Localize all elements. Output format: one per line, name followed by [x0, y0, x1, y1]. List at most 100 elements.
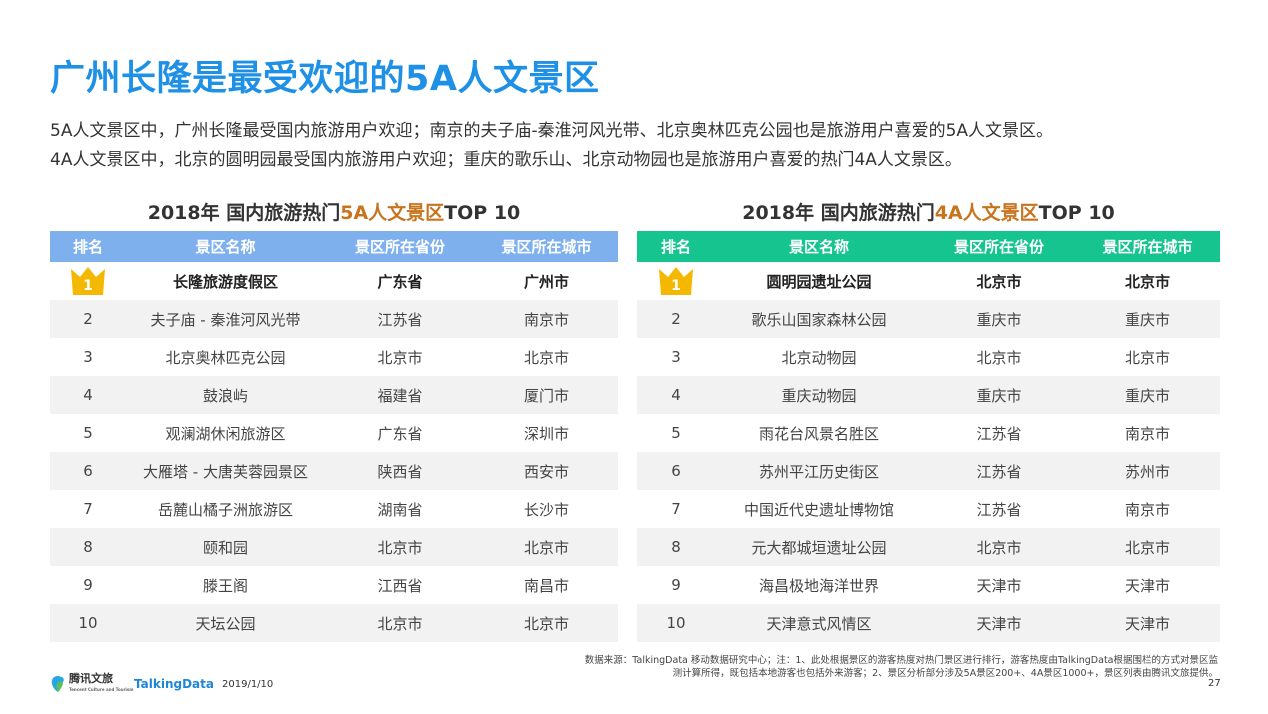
scenic-name-cell: 岳麓山橘子洲旅游区: [157, 500, 293, 519]
rank-cell: 10: [50, 604, 126, 642]
rank-cell: 10: [637, 604, 715, 642]
rank-cell: 7: [671, 500, 681, 518]
report-date: 2019/1/10: [222, 679, 274, 690]
city-cell: 天津市: [1124, 576, 1170, 595]
city-cell: 苏州市: [1075, 452, 1220, 490]
city-cell: 西安市: [475, 452, 618, 490]
table-5a: 排名 景区名称 景区所在省份 景区所在城市 1 长隆旅游度假区 广东省 广州市 2 夫子庙 - …: [50, 231, 618, 642]
scenic-name-cell: 雨花台风景名胜区: [758, 424, 879, 443]
scenic-name-cell: 元大都城垣遗址公园: [715, 528, 923, 566]
table-header-row: 排名 景区名称 景区所在省份 景区所在城市: [637, 231, 1220, 262]
source-line-1: 数据来源：TalkingData 移动数据研究中心；注：1、此处根据景区的游客热…: [584, 655, 1218, 666]
table-row: 9 滕王阁 江西省 南昌市: [50, 566, 618, 604]
city-cell: 深圳市: [523, 424, 569, 443]
table-row: 7 中国近代史遗址博物馆 江苏省 南京市: [637, 490, 1220, 528]
province-cell: 福建省: [325, 376, 475, 414]
scenic-name-cell: 夫子庙 - 秦淮河风光带: [126, 300, 325, 338]
table-4a-title: 2018年 国内旅游热门4A人文景区TOP 10: [637, 197, 1220, 229]
crown-icon: 1: [69, 265, 107, 297]
scenic-name-cell: 歌乐山国家森林公园: [715, 300, 923, 338]
column-header: 景区所在省份: [325, 231, 475, 262]
province-cell: 江苏省: [325, 300, 475, 338]
province-cell: 北京市: [377, 348, 423, 367]
scenic-name-cell: 海昌极地海洋世界: [758, 576, 879, 595]
table-row: 4 重庆动物园 重庆市 重庆市: [637, 376, 1220, 414]
city-cell: 北京市: [475, 604, 618, 642]
table-row: 2 歌乐山国家森林公园 重庆市 重庆市: [637, 300, 1220, 338]
scenic-name-cell: 圆明园遗址公园: [766, 272, 872, 291]
scenic-name-cell: 大雁塔 - 大唐芙蓉园景区: [126, 452, 325, 490]
table-row: 7 岳麓山橘子洲旅游区 湖南省 长沙市: [50, 490, 618, 528]
city-cell: 北京市: [1124, 272, 1170, 291]
city-cell: 重庆市: [1075, 376, 1220, 414]
rank-number: 1: [671, 278, 681, 294]
column-header: 排名: [50, 231, 126, 262]
city-cell: 重庆市: [1075, 300, 1220, 338]
table-title-prefix: 2018年 国内旅游热门: [742, 202, 935, 224]
column-header: 景区所在城市: [1075, 231, 1220, 262]
talkingdata-logo: TalkingData: [134, 677, 214, 691]
summary-line-5a: 5A人文景区中，广州长隆最受国内旅游用户欢迎；南京的夫子庙-秦淮河风光带、北京奥…: [50, 121, 1054, 141]
rank-cell: 6: [637, 452, 715, 490]
table-row: 2 夫子庙 - 秦淮河风光带 江苏省 南京市: [50, 300, 618, 338]
table-title-highlight: 4A人文景区: [934, 202, 1039, 224]
scenic-name-cell: 颐和园: [126, 528, 325, 566]
city-cell: 厦门市: [475, 376, 618, 414]
province-cell: 北京市: [923, 528, 1075, 566]
scenic-name-cell: 北京奥林匹克公园: [165, 348, 286, 367]
city-cell: 天津市: [1075, 604, 1220, 642]
rank-cell: 6: [50, 452, 126, 490]
province-cell: 江苏省: [976, 500, 1022, 519]
province-cell: 北京市: [976, 272, 1022, 291]
crown-icon: 1: [657, 265, 695, 297]
province-cell: 重庆市: [923, 376, 1075, 414]
province-cell: 江西省: [377, 576, 423, 595]
province-cell: 北京市: [976, 348, 1022, 367]
summary-line-4a: 4A人文景区中，北京的圆明园最受国内旅游用户欢迎；重庆的歌乐山、北京动物园也是旅…: [50, 150, 962, 170]
province-cell: 广东省: [377, 272, 423, 291]
city-cell: 北京市: [1075, 528, 1220, 566]
table-row: 8 元大都城垣遗址公园 北京市 北京市: [637, 528, 1220, 566]
table-row: 5 观澜湖休闲旅游区 广东省 深圳市: [50, 414, 618, 452]
rank-cell: 5: [671, 424, 681, 442]
table-5a-title: 2018年 国内旅游热门5A人文景区TOP 10: [50, 197, 618, 229]
table-5a-block: 2018年 国内旅游热门5A人文景区TOP 10 排名 景区名称 景区所在省份 景区所…: [50, 197, 618, 642]
table-row: 8 颐和园 北京市 北京市: [50, 528, 618, 566]
table-row: 1 圆明园遗址公园 北京市 北京市: [637, 262, 1220, 300]
column-header: 景区所在省份: [923, 231, 1075, 262]
city-cell: 北京市: [1124, 348, 1170, 367]
province-cell: 北京市: [325, 528, 475, 566]
rank-cell: 2: [50, 300, 126, 338]
table-title-suffix: TOP 10: [444, 202, 521, 224]
city-cell: 北京市: [523, 348, 569, 367]
province-cell: 广东省: [377, 424, 423, 443]
page-number: 27: [1208, 678, 1221, 689]
column-header: 景区名称: [126, 231, 325, 262]
city-cell: 南京市: [475, 300, 618, 338]
province-cell: 重庆市: [923, 300, 1075, 338]
rank-cell: 4: [50, 376, 126, 414]
scenic-name-cell: 重庆动物园: [715, 376, 923, 414]
scenic-name-cell: 天津意式风情区: [715, 604, 923, 642]
province-cell: 江苏省: [923, 452, 1075, 490]
scenic-name-cell: 长隆旅游度假区: [172, 272, 278, 291]
source-line-2: 测计算所得，既包括本地游客也包括外来游客；2、景区分析部分涉及5A景区200+、…: [672, 668, 1218, 679]
table-row: 10 天津意式风情区 天津市 天津市: [637, 604, 1220, 642]
rank-cell: 8: [637, 528, 715, 566]
province-cell: 陕西省: [325, 452, 475, 490]
table-row: 3 北京动物园 北京市 北京市: [637, 338, 1220, 376]
rank-cell: 9: [83, 576, 93, 594]
tencent-culture-tourism-logo: 腾讯文旅 Tencent Culture and Tourism: [50, 673, 133, 694]
table-row: 6 苏州平江历史街区 江苏省 苏州市: [637, 452, 1220, 490]
rank-cell: 9: [671, 576, 681, 594]
table-row: 5 雨花台风景名胜区 江苏省 南京市: [637, 414, 1220, 452]
city-cell: 广州市: [523, 272, 569, 291]
rank-cell: 2: [637, 300, 715, 338]
city-cell: 南昌市: [523, 576, 569, 595]
scenic-name-cell: 滕王阁: [202, 576, 248, 595]
scenic-name-cell: 苏州平江历史街区: [715, 452, 923, 490]
scenic-name-cell: 观澜湖休闲旅游区: [165, 424, 286, 443]
table-title-prefix: 2018年 国内旅游热门: [147, 202, 341, 224]
city-cell: 北京市: [475, 528, 618, 566]
rank-cell: 3: [83, 348, 93, 366]
